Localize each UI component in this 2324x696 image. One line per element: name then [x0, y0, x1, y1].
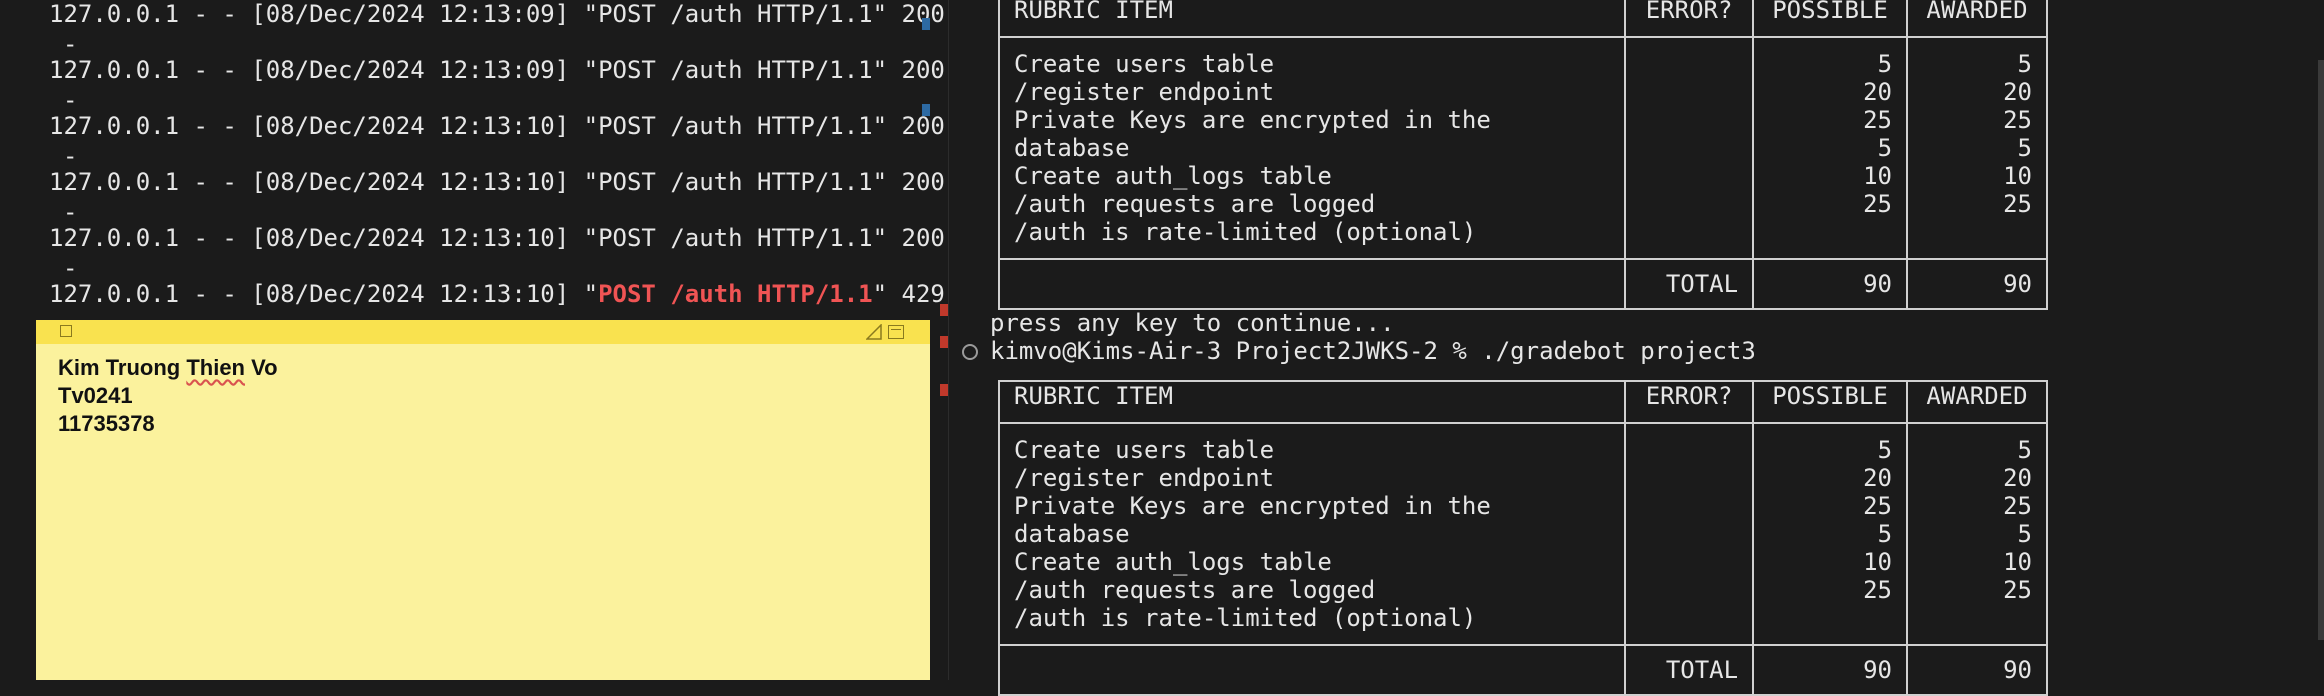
rubric-items-list: Create users table /register endpoint Pr… [997, 422, 1627, 646]
header-awarded: AWARDED [1906, 380, 2048, 424]
log-line: 127.0.0.1 - - [08/Dec/2024 12:13:09] "PO… [49, 0, 945, 28]
log-dash: - [63, 86, 78, 114]
sticky-note-titlebar[interactable] [36, 320, 930, 344]
sticky-line-number: 11735378 [58, 411, 155, 436]
log-line-rate-limited: 127.0.0.1 - - [08/Dec/2024 12:13:10] "PO… [49, 280, 945, 308]
command-prompt[interactable]: kimvo@Kims-Air-3 Project2JWKS-2 % ./grad… [990, 337, 1756, 365]
header-error: ERROR? [1624, 0, 1755, 38]
scroll-marker [922, 104, 930, 116]
rubric-table: RUBRIC ITEM ERROR? POSSIBLE AWARDED Crea… [997, 0, 2048, 310]
header-rubric-item: RUBRIC ITEM [997, 380, 1627, 424]
prompt-status-icon [962, 344, 978, 360]
continue-prompt: press any key to continue... [990, 309, 1395, 337]
header-awarded: AWARDED [1906, 0, 2048, 38]
log-line: 127.0.0.1 - - [08/Dec/2024 12:13:10] "PO… [49, 168, 945, 196]
scrollbar[interactable] [2318, 60, 2324, 640]
possible-column: 5 20 25 5 10 25 [1752, 36, 1909, 260]
error-column [1624, 36, 1755, 260]
sticky-note[interactable]: Kim Truong Thien Vo Tv0241 11735378 [36, 320, 930, 680]
log-dash: - [63, 30, 78, 58]
scroll-marker [940, 384, 948, 396]
log-line: 127.0.0.1 - - [08/Dec/2024 12:13:10] "PO… [49, 224, 945, 252]
total-awarded: 90 [1906, 644, 2048, 696]
awarded-column: 5 20 25 5 10 25 [1906, 36, 2048, 260]
sticky-close-icon[interactable] [60, 325, 72, 337]
total-label: TOTAL [1624, 258, 1755, 310]
log-dash: - [63, 142, 78, 170]
log-dash: - [63, 198, 78, 226]
total-possible: 90 [1752, 258, 1909, 310]
error-column [1624, 422, 1755, 646]
header-rubric-item: RUBRIC ITEM [997, 0, 1627, 38]
total-spacer [997, 258, 1626, 310]
sticky-line-id: Tv0241 [58, 383, 133, 408]
total-possible: 90 [1752, 644, 1909, 696]
rubric-table: RUBRIC ITEM ERROR? POSSIBLE AWARDED Crea… [997, 380, 2048, 696]
log-line: 127.0.0.1 - - [08/Dec/2024 12:13:10] "PO… [49, 112, 945, 140]
total-spacer [997, 644, 1626, 696]
scroll-marker [940, 304, 948, 316]
scroll-marker [940, 336, 948, 348]
header-possible: POSSIBLE [1752, 380, 1909, 424]
resize-icon[interactable] [866, 324, 882, 340]
log-line: 127.0.0.1 - - [08/Dec/2024 12:13:09] "PO… [49, 56, 945, 84]
possible-column: 5 20 25 5 10 25 [1752, 422, 1909, 646]
header-error: ERROR? [1624, 380, 1755, 424]
total-awarded: 90 [1906, 258, 2048, 310]
scroll-marker [922, 18, 930, 30]
total-label: TOTAL [1624, 644, 1755, 696]
header-possible: POSSIBLE [1752, 0, 1909, 38]
sticky-line-name: Kim Truong Thien Vo [58, 355, 278, 380]
rubric-items-list: Create users table /register endpoint Pr… [997, 36, 1627, 260]
awarded-column: 5 20 25 5 10 25 [1906, 422, 2048, 646]
pane-divider[interactable] [948, 0, 949, 680]
spellcheck-word: Thien [186, 355, 245, 380]
highlighted-request: POST /auth HTTP/1.1 [598, 280, 873, 308]
log-dash: - [63, 254, 78, 282]
server-log-pane[interactable]: 127.0.0.1 - - [08/Dec/2024 12:13:09] "PO… [0, 0, 948, 680]
collapse-icon[interactable] [888, 325, 904, 339]
